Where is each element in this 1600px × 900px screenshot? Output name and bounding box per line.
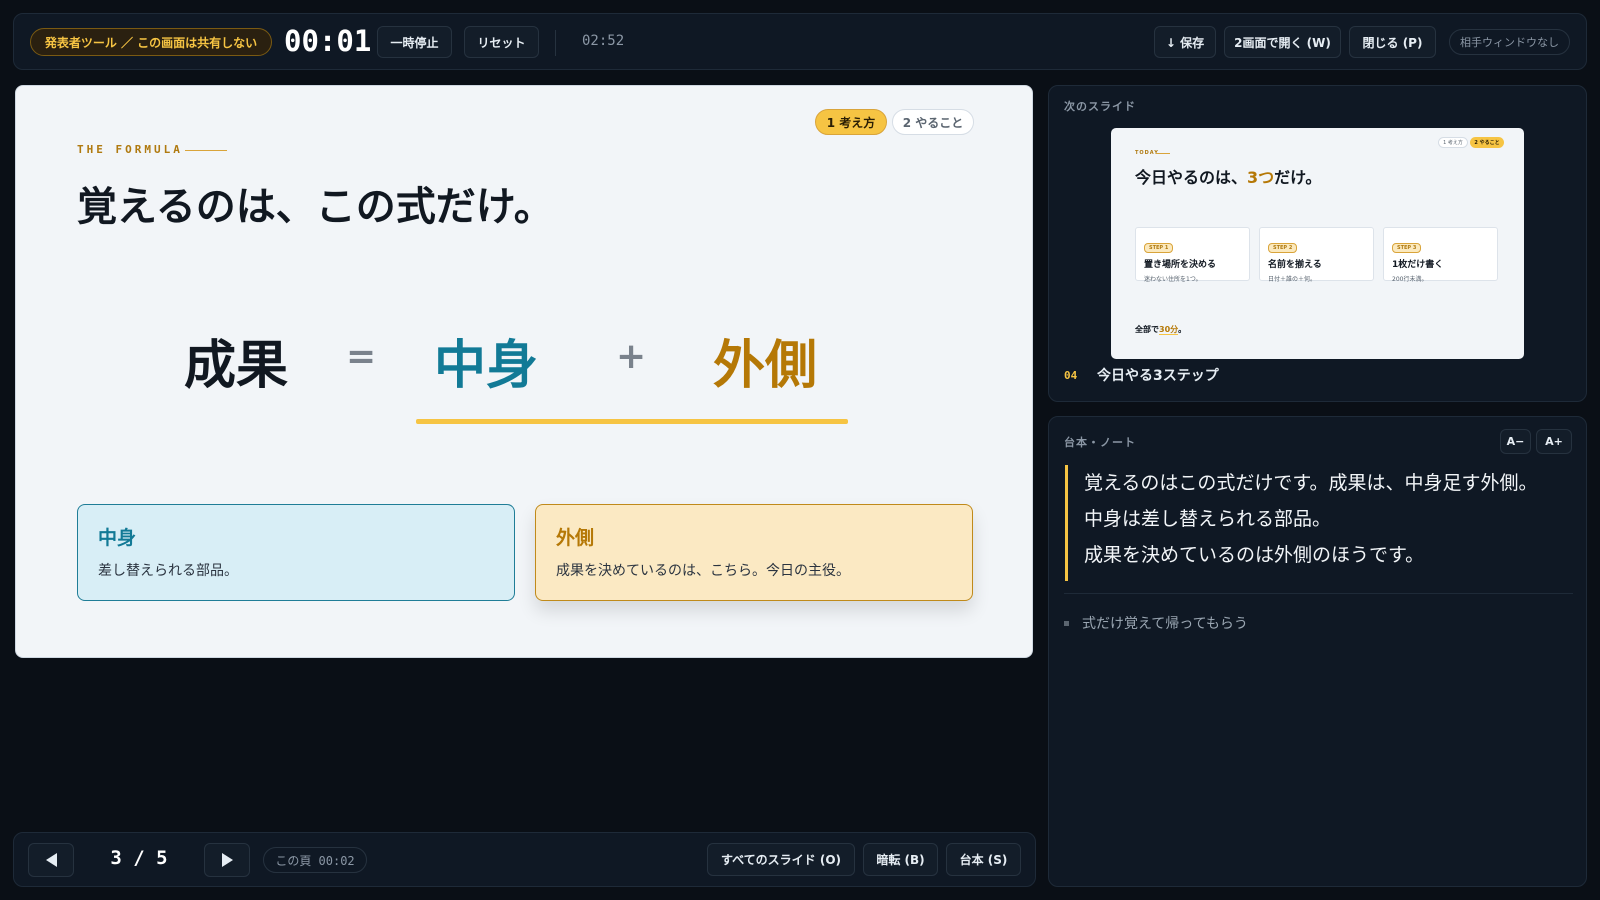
preview-headline-post: だけ。 — [1274, 168, 1322, 187]
notes-script: 覚えるのはこの式だけです。成果は、中身足す外側。 中身は差し替えられる部品。 成… — [1065, 465, 1565, 581]
outer-card: 外側 成果を決めているのは、こちら。今日の主役。 — [535, 504, 973, 601]
notes-label: 台本・ノート — [1064, 436, 1136, 449]
preview-step-badge: STEP 1 — [1144, 243, 1174, 253]
close-button[interactable]: 閉じる (P) — [1349, 26, 1436, 58]
preview-headline-pre: 今日やるのは、 — [1135, 168, 1248, 187]
next-slide-number: 04 — [1064, 369, 1078, 382]
preview-step-text: 迷わない住所を1つ。 — [1144, 276, 1202, 283]
preview-tab-thinking: 1 考え方 — [1438, 137, 1468, 148]
formula-underline — [416, 419, 848, 424]
kicker-rule — [185, 150, 227, 151]
next-slide-button[interactable] — [204, 843, 250, 877]
prev-slide-button[interactable] — [28, 843, 74, 877]
open-two-screens-button[interactable]: 2画面で開く (W) — [1224, 26, 1341, 58]
script-toggle-button[interactable]: 台本 (S) — [946, 843, 1021, 876]
outer-card-text: 成果を決めているのは、こちら。今日の主役。 — [556, 563, 850, 579]
elapsed-time: 02:52 — [582, 33, 625, 49]
top-toolbar: 発表者ツール ／ この画面は共有しない 00:01 一時停止 リセット 02:5… — [13, 13, 1587, 70]
page-time: この頁 00:02 — [263, 847, 367, 873]
note-line: 中身は差し替えられる部品。 — [1084, 508, 1332, 530]
preview-footer-accent: 30分 — [1159, 325, 1179, 335]
preview-step-badge: STEP 2 — [1268, 243, 1298, 253]
font-larger-button[interactable]: A+ — [1536, 429, 1572, 454]
triangle-right-icon — [221, 853, 233, 867]
preview-tab-todo: 2 やること — [1470, 137, 1504, 148]
content-card: 中身 差し替えられる部品。 — [77, 504, 515, 601]
content-card-text: 差し替えられる部品。 — [98, 563, 238, 579]
next-slide-label: 次のスライド — [1064, 100, 1136, 113]
preview-kicker-rule — [1156, 153, 1170, 154]
blackout-button[interactable]: 暗転 (B) — [863, 843, 938, 876]
next-slide-panel: 次のスライド TODAY 1 考え方 2 やること 今日やるのは、3つだけ。 S… — [1048, 85, 1587, 402]
preview-step-title: 置き場所を決める — [1144, 260, 1217, 270]
preview-step-title: 1枚だけ書く — [1392, 260, 1444, 270]
outer-card-title: 外側 — [556, 527, 595, 549]
triangle-left-icon — [45, 853, 57, 867]
slide-title: 覚えるのは、この式だけ。 — [77, 184, 554, 230]
preview-step-card: STEP 1 置き場所を決める 迷わない住所を1つ。 — [1135, 227, 1250, 283]
preview-headline-accent: 3つ — [1247, 168, 1275, 187]
presentation-timer: 00:01 — [284, 24, 372, 58]
presenter-mode-badge: 発表者ツール ／ この画面は共有しない — [30, 28, 272, 56]
page-indicator: 3 / 5 — [110, 847, 168, 869]
pause-button[interactable]: 一時停止 — [377, 26, 452, 58]
audience-window-status: 相手ウィンドウなし — [1449, 29, 1570, 55]
formula-term-outer: 外側 — [713, 336, 818, 396]
preview-footer-post: 。 — [1178, 325, 1187, 334]
save-button[interactable]: ↓ 保存 — [1154, 26, 1216, 58]
next-slide-thumbnail[interactable]: TODAY 1 考え方 2 やること 今日やるのは、3つだけ。 STEP 1 置… — [1111, 128, 1524, 359]
preview-footer: 全部で30分。 — [1135, 324, 1186, 335]
bullet-icon — [1064, 620, 1069, 626]
preview-step-card: STEP 2 名前を揃える 日付＋誰の＋何。 — [1259, 227, 1374, 283]
current-slide: 1 考え方 2 やること THE FORMULA 覚えるのは、この式だけ。 成果… — [15, 85, 1033, 658]
preview-headline: 今日やるのは、3つだけ。 — [1135, 164, 1321, 188]
preview-step-title: 名前を揃える — [1268, 260, 1322, 270]
note-bullet-text: 式だけ覚えて帰ってもらう — [1082, 616, 1248, 632]
toolbar-divider — [555, 30, 556, 56]
notes-divider — [1064, 593, 1573, 594]
next-slide-title: 今日やる3ステップ — [1097, 368, 1219, 384]
slide-tab-todo[interactable]: 2 やること — [892, 109, 974, 135]
formula-result: 成果 — [184, 336, 289, 396]
all-slides-button[interactable]: すべてのスライド (O) — [707, 843, 855, 876]
slide-tab-thinking[interactable]: 1 考え方 — [815, 109, 887, 135]
note-line: 成果を決めているのは外側のほうです。 — [1084, 544, 1425, 566]
content-card-title: 中身 — [98, 527, 137, 549]
note-bullet-item: 式だけ覚えて帰ってもらう — [1064, 613, 1248, 633]
formula-plus: + — [616, 336, 647, 377]
preview-step-card: STEP 3 1枚だけ書く 200行未満。 — [1383, 227, 1498, 283]
reset-button[interactable]: リセット — [464, 26, 539, 58]
preview-step-badge: STEP 3 — [1392, 243, 1422, 253]
speaker-notes-panel: 台本・ノート A− A+ 覚えるのはこの式だけです。成果は、中身足す外側。 中身… — [1048, 416, 1587, 887]
note-line: 覚えるのはこの式だけです。成果は、中身足す外側。 — [1084, 472, 1538, 494]
slide-kicker: THE FORMULA — [77, 143, 183, 156]
font-smaller-button[interactable]: A− — [1500, 429, 1531, 454]
preview-step-text: 200行未満。 — [1392, 276, 1428, 283]
slide-navigation-bar: 3 / 5 この頁 00:02 すべてのスライド (O) 暗転 (B) 台本 (… — [13, 832, 1036, 887]
preview-step-text: 日付＋誰の＋何。 — [1268, 276, 1317, 283]
preview-footer-pre: 全部で — [1135, 325, 1159, 334]
formula-equals: = — [346, 336, 377, 377]
formula-term-content: 中身 — [434, 336, 539, 396]
